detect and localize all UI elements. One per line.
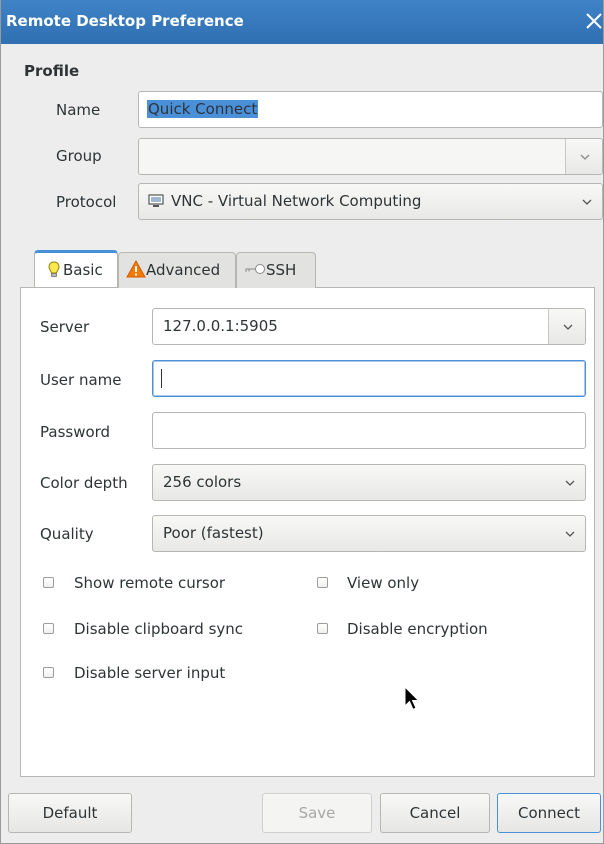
quality-value: Poor (fastest) — [163, 524, 264, 542]
server-value: 127.0.0.1:5905 — [163, 317, 278, 335]
bulb-icon — [48, 261, 60, 277]
warning-icon — [126, 260, 146, 278]
name-label: Name — [56, 101, 101, 119]
name-value: Quick Connect — [147, 100, 259, 118]
name-field[interactable]: Quick Connect — [138, 91, 603, 128]
tab-advanced[interactable]: Advanced — [118, 252, 236, 288]
tab-ssh[interactable]: SSH — [236, 252, 316, 288]
color-depth-value: 256 colors — [163, 473, 242, 491]
chevron-down-icon — [565, 531, 575, 537]
default-button[interactable]: Default — [8, 793, 132, 833]
group-combo[interactable] — [138, 138, 603, 175]
quality-combo[interactable]: Poor (fastest) — [152, 515, 586, 552]
disable-encryption-label[interactable]: Disable encryption — [347, 620, 488, 638]
disable-server-input-label[interactable]: Disable server input — [74, 664, 225, 682]
cancel-button[interactable]: Cancel — [380, 793, 490, 833]
chevron-down-icon — [565, 480, 575, 486]
server-combo[interactable]: 127.0.0.1:5905 — [152, 308, 586, 345]
key-icon — [245, 264, 265, 274]
group-label: Group — [56, 147, 102, 165]
username-field[interactable] — [152, 360, 586, 397]
monitor-icon — [148, 194, 164, 207]
chevron-down-icon — [582, 199, 592, 205]
disable-clipboard-sync-label[interactable]: Disable clipboard sync — [74, 620, 243, 638]
server-label: Server — [40, 318, 90, 336]
password-label: Password — [40, 423, 111, 441]
color-depth-label: Color depth — [40, 474, 128, 492]
tab-basic[interactable]: Basic — [34, 250, 118, 287]
protocol-value: VNC - Virtual Network Computing — [171, 192, 422, 210]
disable-clipboard-sync-checkbox[interactable] — [43, 623, 54, 634]
close-icon[interactable] — [581, 8, 604, 34]
title-bar[interactable]: Remote Desktop Preference — [0, 0, 604, 44]
tab-ssh-label: SSH — [266, 261, 297, 279]
protocol-combo[interactable]: VNC - Virtual Network Computing — [138, 183, 603, 220]
quality-label: Quality — [40, 525, 94, 543]
disable-server-input-checkbox[interactable] — [43, 667, 54, 678]
chevron-down-icon — [563, 324, 573, 330]
protocol-label: Protocol — [56, 193, 117, 211]
tab-advanced-label: Advanced — [146, 261, 221, 279]
mouse-pointer-icon — [404, 686, 420, 711]
preference-dialog: Remote Desktop Preference Profile Name Q… — [0, 0, 604, 844]
chevron-down-icon — [580, 154, 590, 160]
show-remote-cursor-label[interactable]: Show remote cursor — [74, 574, 225, 592]
window-title: Remote Desktop Preference — [6, 12, 244, 30]
connect-button[interactable]: Connect — [497, 793, 601, 833]
username-label: User name — [40, 371, 122, 389]
show-remote-cursor-checkbox[interactable] — [43, 577, 54, 588]
save-button[interactable]: Save — [262, 793, 372, 833]
group-dropdown-button[interactable] — [565, 139, 602, 174]
profile-section-title: Profile — [24, 62, 80, 80]
disable-encryption-checkbox[interactable] — [317, 623, 328, 634]
view-only-checkbox[interactable] — [317, 577, 328, 588]
view-only-label[interactable]: View only — [347, 574, 419, 592]
color-depth-combo[interactable]: 256 colors — [152, 464, 586, 501]
server-dropdown-button[interactable] — [548, 309, 585, 344]
password-field[interactable] — [152, 412, 586, 449]
tab-basic-label: Basic — [63, 261, 103, 279]
text-caret — [161, 369, 162, 388]
